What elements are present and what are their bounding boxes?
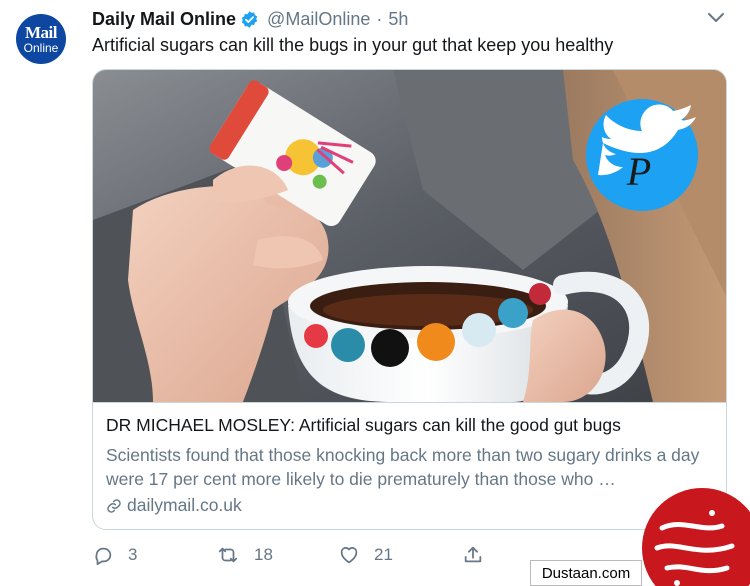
account-name[interactable]: Daily Mail Online [92, 9, 236, 30]
overlay-letter: P [626, 149, 651, 194]
tweet-text: Artificial sugars can kill the bugs in y… [92, 35, 614, 55]
avatar-logo-line1: Mail [25, 23, 58, 42]
account-handle[interactable]: @MailOnline [267, 9, 370, 30]
link-card[interactable]: P DR MICHAEL MOSLEY: Artificial sugars c… [92, 69, 727, 530]
reply-button[interactable]: 3 [92, 541, 137, 569]
tweet-header: Daily Mail Online @MailOnline · 5h [92, 7, 408, 31]
card-image: P [93, 70, 726, 402]
retweet-icon [218, 547, 238, 563]
watermark-site-label: Dustaan.com [530, 560, 642, 586]
share-button[interactable] [462, 541, 484, 569]
card-title: DR MICHAEL MOSLEY: Artificial sugars can… [106, 415, 621, 435]
link-icon [107, 498, 121, 513]
card-body: DR MICHAEL MOSLEY: Artificial sugars can… [93, 402, 726, 515]
card-description: Scientists found that those knocking bac… [106, 445, 700, 489]
like-count: 21 [374, 545, 393, 564]
avatar-logo-line2: Online [23, 41, 59, 55]
avatar[interactable]: Mail Online [16, 14, 66, 64]
retweet-count: 18 [254, 545, 273, 564]
card-domain: dailymail.co.uk [106, 495, 242, 516]
reply-icon [95, 547, 112, 566]
separator-dot: · [376, 8, 383, 29]
like-icon [340, 547, 358, 564]
verified-badge-icon [240, 10, 259, 29]
like-button[interactable]: 21 [338, 541, 393, 569]
retweet-button[interactable]: 18 [216, 541, 273, 569]
share-icon [464, 546, 482, 563]
chevron-down-icon[interactable] [706, 11, 726, 25]
reply-count: 3 [128, 545, 138, 564]
card-domain-text: dailymail.co.uk [127, 495, 242, 515]
twitter-bird-icon: P [586, 99, 698, 211]
tweet-timestamp[interactable]: 5h [388, 9, 408, 30]
